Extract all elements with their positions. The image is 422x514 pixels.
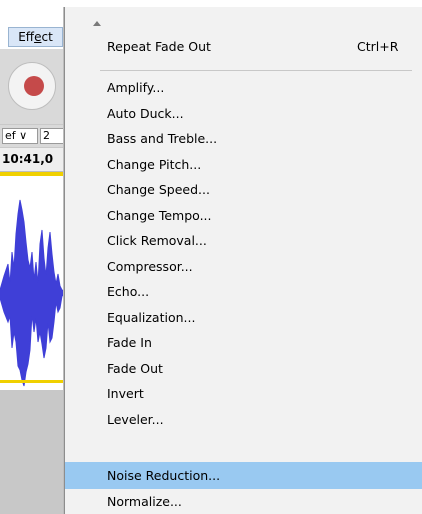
menu-item-label: Bass and Treble...: [107, 131, 218, 146]
menu-item-noise-reduction[interactable]: Noise Reduction...: [65, 462, 422, 489]
record-button[interactable]: [8, 62, 56, 110]
track-bottom-border: [0, 380, 66, 383]
menu-item-label: Normalize...: [107, 494, 182, 509]
menu-item-auto-duck[interactable]: Auto Duck...: [65, 102, 422, 126]
menu-item-label: Invert: [107, 386, 144, 401]
menu-item-shortcut: Ctrl+R: [357, 39, 399, 54]
channel-selector-value: 2: [43, 129, 50, 142]
menu-item-label: Click Removal...: [107, 233, 207, 248]
effect-menu-label-prefix: Eff: [18, 30, 35, 44]
menu-item-label: Noise Reduction...: [107, 468, 221, 483]
device-selector[interactable]: ef ∨: [2, 128, 38, 144]
track-top-border: [0, 172, 66, 176]
menu-item-label: Change Speed...: [107, 182, 210, 197]
menu-item-click-removal[interactable]: Click Removal...: [65, 229, 422, 253]
effect-menu-label-suffix: ct: [41, 30, 53, 44]
audio-track[interactable]: [0, 172, 67, 390]
menu-item-label: Echo...: [107, 284, 150, 299]
menu-item-label: Equalization...: [107, 310, 196, 325]
menu-item-label: Fade Out: [107, 361, 163, 376]
menu-item-amplify[interactable]: Amplify...: [65, 76, 422, 100]
menu-item-echo[interactable]: Echo...: [65, 280, 422, 304]
menu-item-label: Auto Duck...: [107, 106, 184, 121]
scroll-up-icon[interactable]: [93, 21, 101, 26]
effect-menu[interactable]: Effect: [8, 27, 63, 47]
menu-item-label: Compressor...: [107, 259, 193, 274]
menu-item-normalize[interactable]: Normalize...: [65, 490, 422, 514]
menu-separator: [100, 70, 412, 71]
menu-item-label: Fade In: [107, 335, 152, 350]
empty-track-area: [0, 390, 66, 514]
menu-item-equalization[interactable]: Equalization...: [65, 306, 422, 330]
menu-item-change-speed[interactable]: Change Speed...: [65, 178, 422, 202]
menu-item-fade-in[interactable]: Fade In: [65, 331, 422, 355]
menu-item-invert[interactable]: Invert: [65, 382, 422, 406]
menu-item-label: Leveler...: [107, 412, 164, 427]
menu-item-bass-treble[interactable]: Bass and Treble...: [65, 127, 422, 151]
waveform: [0, 199, 67, 387]
effect-dropdown-menu: Repeat Fade Out Ctrl+R Amplify... Auto D…: [64, 7, 422, 514]
transport-toolbar: [0, 49, 66, 124]
record-icon: [24, 76, 44, 96]
menu-item-label: Change Tempo...: [107, 208, 212, 223]
ruler-time-label: 10:41,0: [2, 152, 54, 166]
selector-row: ef ∨ 2: [0, 124, 66, 148]
menu-item-fade-out[interactable]: Fade Out: [65, 357, 422, 381]
menu-item-label: Amplify...: [107, 80, 165, 95]
timeline-ruler[interactable]: 10:41,0: [0, 148, 66, 172]
menu-item-label: Change Pitch...: [107, 157, 202, 172]
menu-item-leveler[interactable]: Leveler...: [65, 408, 422, 432]
channel-selector[interactable]: 2: [40, 128, 64, 144]
menu-item-repeat-fade-out[interactable]: Repeat Fade Out Ctrl+R: [65, 35, 422, 59]
menu-item-label: Repeat Fade Out: [107, 39, 211, 54]
menu-item-change-tempo[interactable]: Change Tempo...: [65, 204, 422, 228]
menu-item-change-pitch[interactable]: Change Pitch...: [65, 153, 422, 177]
device-selector-value: ef ∨: [5, 129, 28, 142]
menu-item-compressor[interactable]: Compressor...: [65, 255, 422, 279]
